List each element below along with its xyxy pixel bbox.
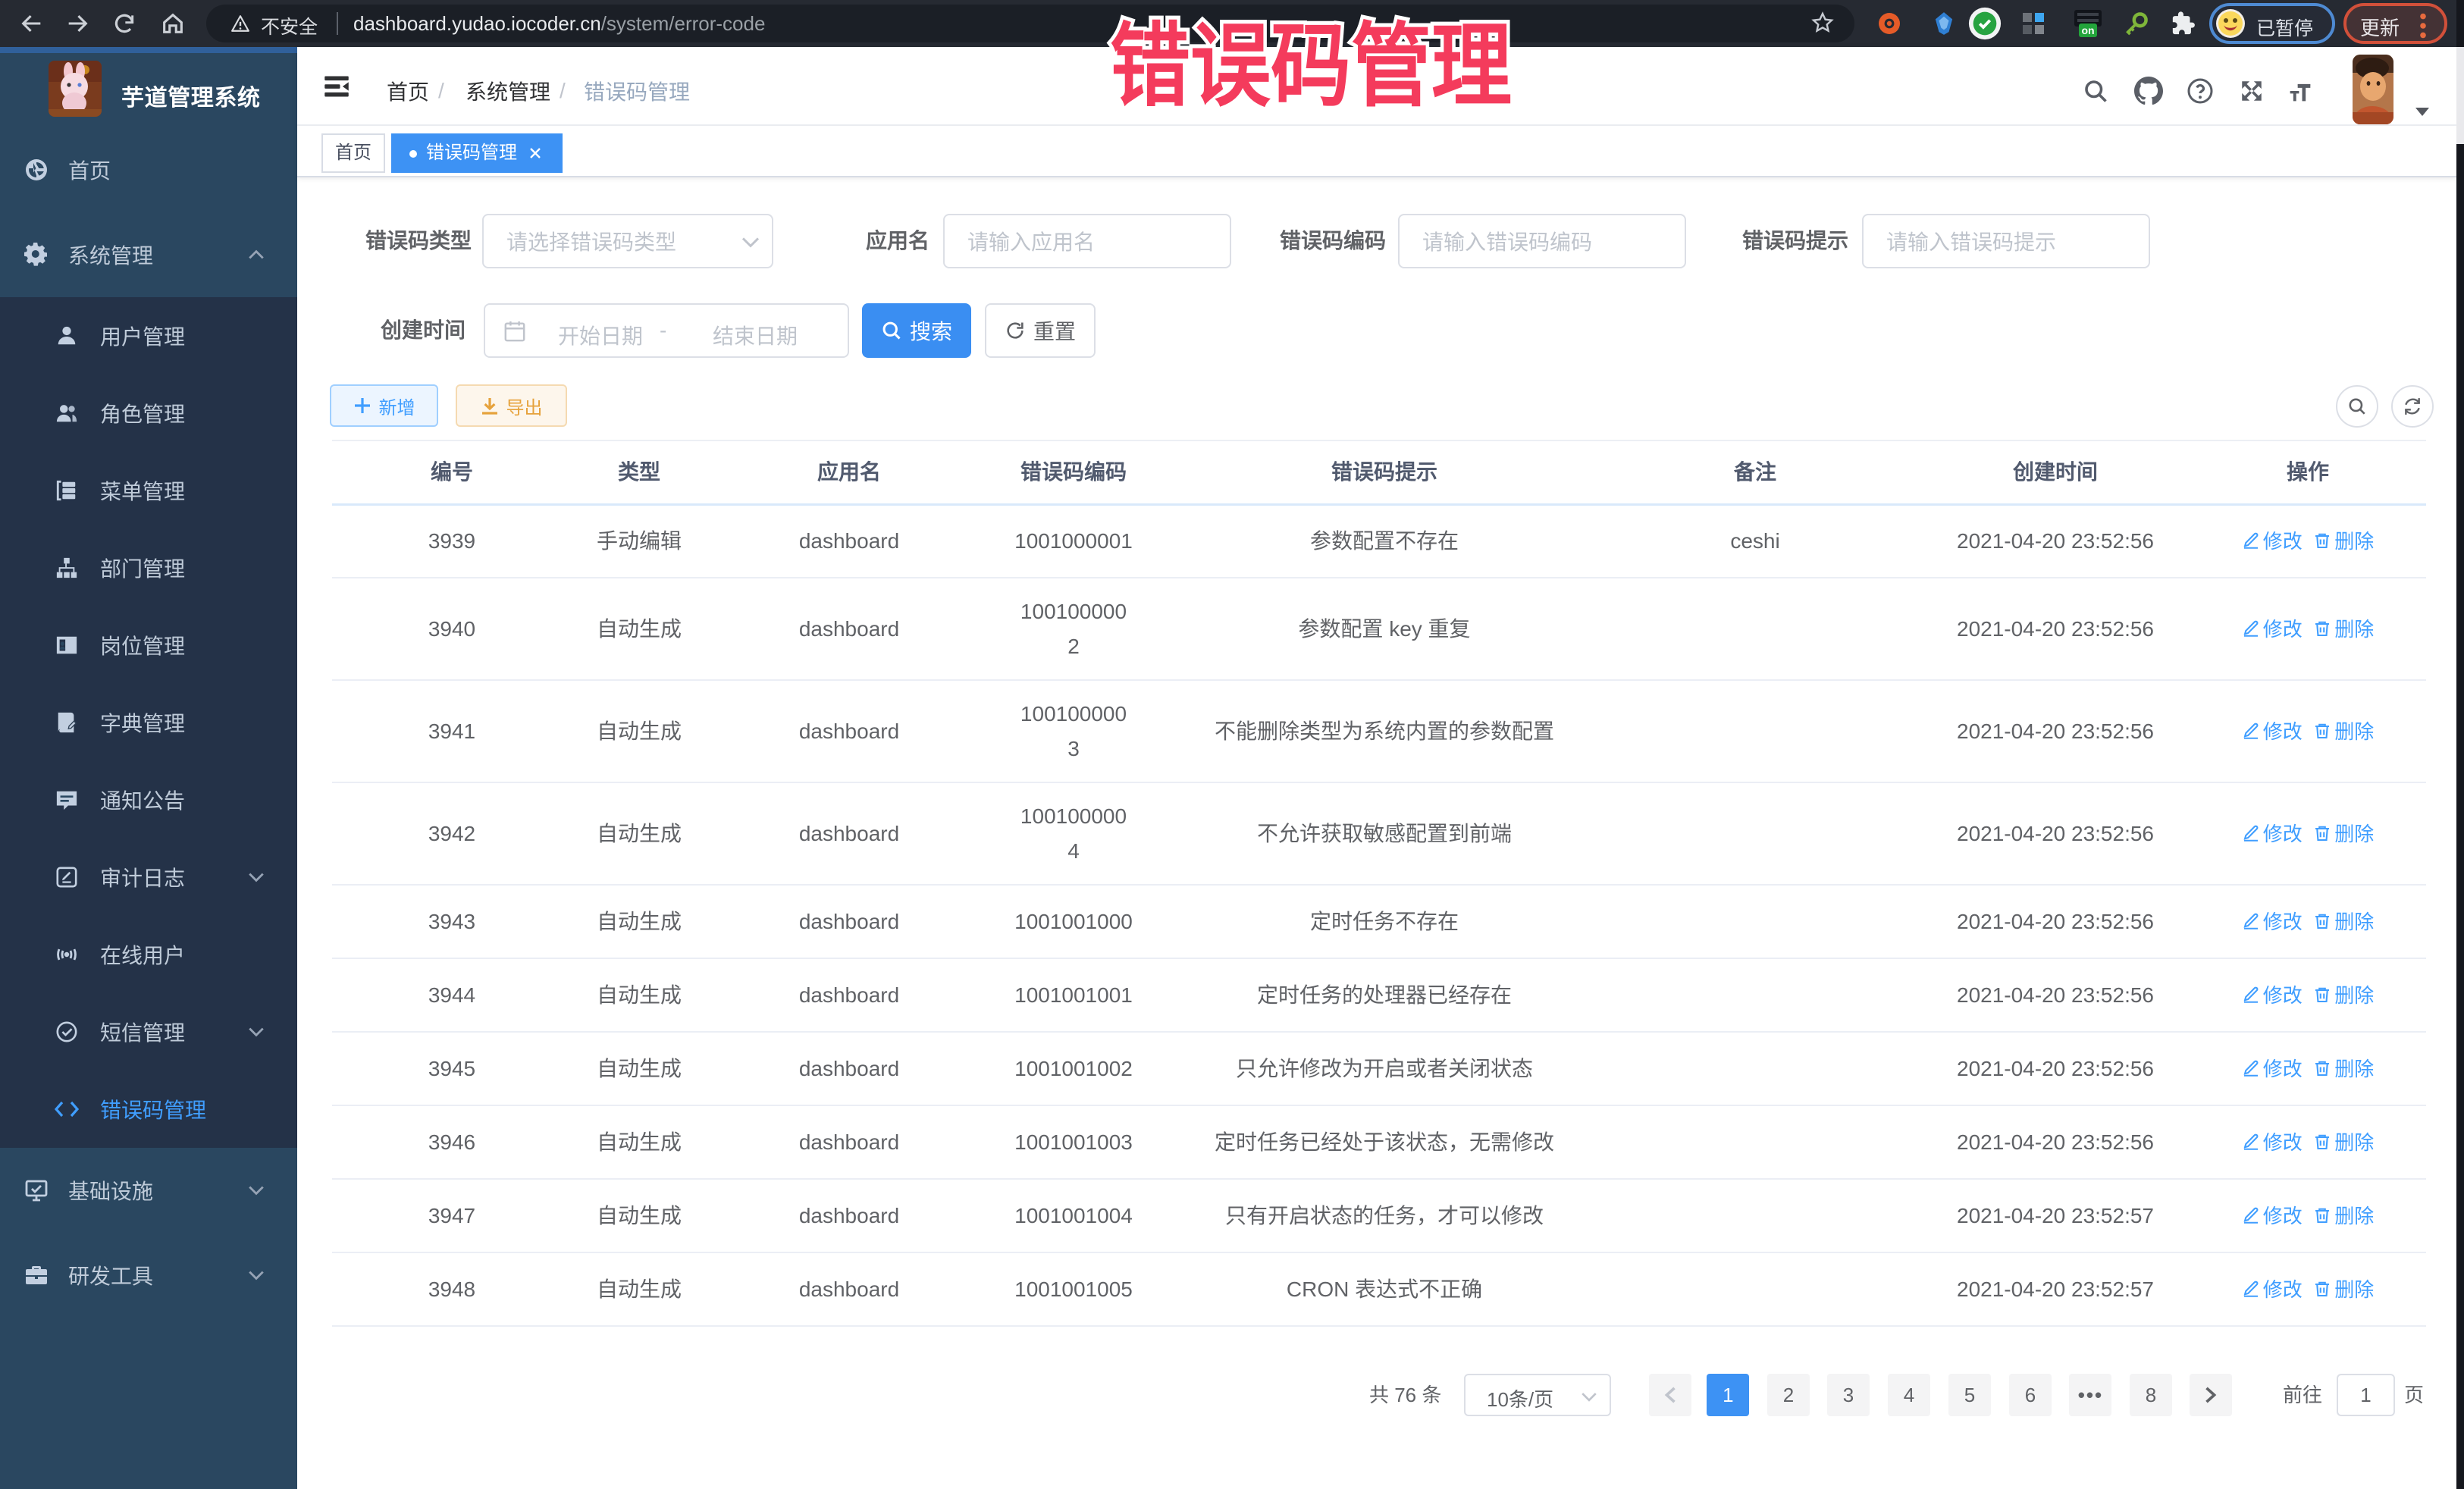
svg-text:错误码管理: 错误码管理 bbox=[1110, 15, 1512, 116]
svg-text:on: on bbox=[2081, 24, 2094, 36]
